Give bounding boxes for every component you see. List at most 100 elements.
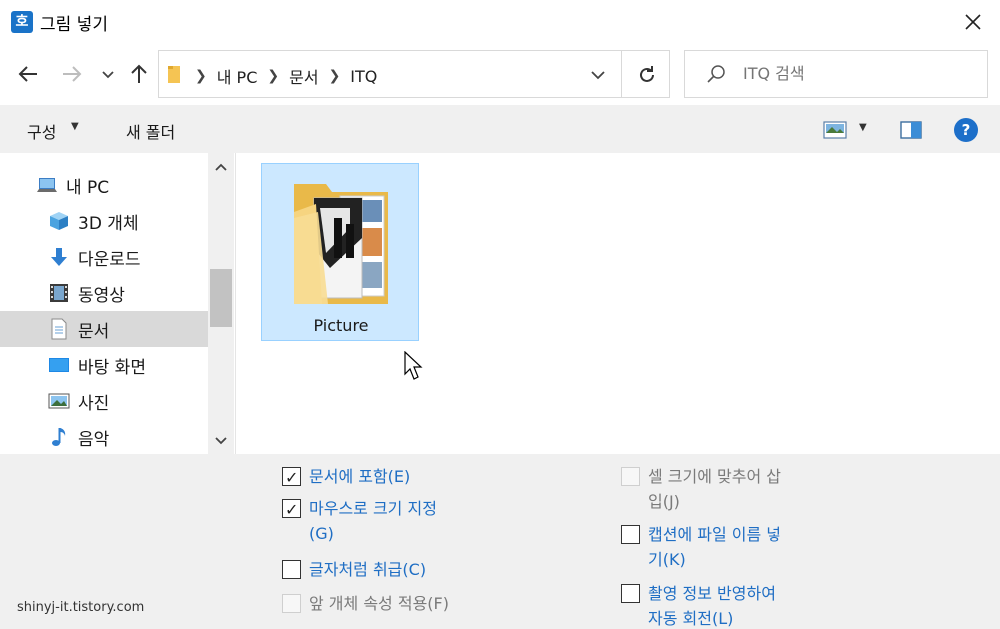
auto-rotate-checkbox[interactable] (621, 584, 640, 603)
sidebar-item-documents[interactable]: 문서 (0, 311, 208, 347)
breadcrumb-separator-icon: ❯ (267, 68, 280, 84)
fit-cell-checkbox (621, 467, 640, 486)
breadcrumb: ❯ 내 PC ❯ 문서 ❯ ITQ (195, 64, 377, 88)
refresh-button[interactable] (635, 63, 659, 87)
address-bar[interactable]: ❯ 내 PC ❯ 문서 ❯ ITQ (158, 50, 670, 98)
close-button[interactable] (960, 9, 986, 35)
sidebar-item-downloads[interactable]: 다운로드 (0, 239, 208, 275)
option-label: 셀 크기에 맞추어 삽 입(J) (648, 464, 781, 514)
folder-item-picture[interactable]: Picture (261, 163, 419, 341)
navigation-bar: ❯ 내 PC ❯ 문서 ❯ ITQ (0, 50, 1000, 100)
sidebar-item-label: 3D 개체 (78, 213, 139, 234)
option-apply-front-object: 앞 개체 속성 적용(F) (282, 591, 449, 616)
cube-3d-icon (50, 212, 68, 230)
sidebar-item-label: 문서 (78, 321, 110, 342)
document-icon (51, 318, 67, 340)
view-options-caret-icon[interactable]: ▼ (859, 122, 867, 133)
scroll-down-icon[interactable] (214, 433, 228, 447)
sidebar-item-3d-objects[interactable]: 3D 개체 (0, 203, 208, 239)
sidebar-item-music[interactable]: 음악 (0, 419, 208, 455)
folder-icon (168, 66, 180, 83)
scroll-up-icon[interactable] (214, 161, 228, 175)
address-history-dropdown[interactable] (587, 64, 609, 86)
forward-button[interactable] (60, 62, 84, 86)
folder-with-images-icon (294, 184, 388, 304)
scrollbar-thumb[interactable] (210, 269, 232, 327)
breadcrumb-separator-icon: ❯ (195, 68, 207, 84)
navigation-pane: 내 PC 3D 개체 다운로드 동영상 문서 바탕 화면 사진 음악 (0, 153, 236, 454)
recent-locations-button[interactable] (96, 62, 120, 86)
arrow-up-icon (131, 64, 147, 83)
option-label: 앞 개체 속성 적용(F) (309, 594, 449, 613)
breadcrumb-separator-icon: ❯ (328, 68, 341, 84)
file-list-area[interactable]: Picture (237, 153, 1000, 454)
option-label: 캡션에 파일 이름 넣 기(K) (648, 522, 781, 572)
option-include-in-document[interactable]: ✓ 문서에 포함(E) (282, 464, 410, 489)
help-button[interactable]: ? (954, 118, 978, 142)
option-label-line: 캡션에 파일 이름 넣 (648, 525, 782, 544)
option-label-line: (G) (309, 524, 334, 543)
search-icon (707, 65, 725, 83)
insert-options-panel: ✓ 문서에 포함(E) ✓ 마우스로 크기 지정 (G) 글자처럼 취급(C) … (0, 454, 1000, 629)
breadcrumb-item-itq[interactable]: ITQ (350, 67, 377, 86)
checkmark-icon: ✓ (285, 500, 299, 519)
arrow-right-icon (63, 66, 82, 82)
download-arrow-icon (51, 248, 67, 266)
option-label-line: 셀 크기에 맞추어 삽 (648, 467, 782, 486)
address-divider (621, 51, 622, 97)
sidebar-item-videos[interactable]: 동영상 (0, 275, 208, 311)
caret-down-icon: ▼ (71, 121, 79, 132)
new-folder-button[interactable]: 새 폴더 (126, 119, 175, 143)
sidebar-item-desktop[interactable]: 바탕 화면 (0, 347, 208, 383)
option-label: 글자처럼 취급(C) (309, 560, 427, 579)
option-label-line: 촬영 정보 반영하여 (648, 584, 776, 603)
option-treat-as-char[interactable]: 글자처럼 취급(C) (282, 557, 426, 582)
option-auto-rotate[interactable]: 촬영 정보 반영하여 자동 회전(L) (621, 581, 776, 629)
sidebar-item-label: 바탕 화면 (78, 357, 146, 378)
caption-filename-checkbox[interactable] (621, 525, 640, 544)
option-label-line: 기(K) (648, 550, 686, 569)
computer-icon (37, 178, 57, 192)
folder-name: Picture (313, 316, 369, 335)
search-input[interactable] (743, 64, 973, 83)
mouse-size-checkbox[interactable]: ✓ (282, 499, 301, 519)
organize-menu-button[interactable]: 구성 (27, 119, 56, 143)
sidebar-item-pictures[interactable]: 사진 (0, 383, 208, 419)
refresh-icon (640, 66, 654, 82)
close-icon (965, 14, 981, 30)
picture-icon (48, 393, 70, 409)
up-button[interactable] (127, 62, 151, 86)
chevron-down-icon (591, 71, 605, 80)
sidebar-item-label: 음악 (78, 429, 110, 450)
sidebar-item-my-pc[interactable]: 내 PC (0, 167, 208, 203)
apply-front-object-checkbox (282, 594, 301, 613)
sidebar-item-label: 내 PC (66, 177, 110, 198)
option-label: 촬영 정보 반영하여 자동 회전(L) (648, 581, 776, 629)
title-bar: 호 그림 넣기 (0, 0, 1000, 46)
option-label: 마우스로 크기 지정 (G) (309, 496, 437, 546)
watermark-text: shinyj-it.tistory.com (17, 600, 145, 615)
window-title: 그림 넣기 (40, 15, 108, 35)
option-caption-filename[interactable]: 캡션에 파일 이름 넣 기(K) (621, 522, 781, 572)
breadcrumb-item-my-pc[interactable]: 내 PC (217, 64, 258, 88)
treat-as-char-checkbox[interactable] (282, 560, 301, 579)
music-note-icon (52, 428, 66, 446)
view-options-icon[interactable] (823, 121, 847, 139)
command-toolbar: 구성 ▼ 새 폴더 ▼ ? (0, 105, 1000, 153)
option-fit-cell: 셀 크기에 맞추어 삽 입(J) (621, 464, 781, 514)
sidebar-item-label: 다운로드 (78, 249, 141, 270)
sidebar-item-label: 동영상 (78, 285, 125, 306)
back-button[interactable] (16, 62, 40, 86)
preview-pane-icon[interactable] (900, 121, 922, 139)
option-label-line: 자동 회전(L) (648, 609, 734, 628)
hwp-app-icon: 호 (11, 11, 33, 33)
option-mouse-size[interactable]: ✓ 마우스로 크기 지정 (G) (282, 496, 437, 546)
arrow-left-icon (18, 66, 37, 82)
search-box[interactable] (684, 50, 988, 98)
option-label-line: 마우스로 크기 지정 (309, 499, 437, 518)
breadcrumb-item-documents[interactable]: 문서 (289, 64, 318, 88)
mouse-pointer-icon (404, 351, 423, 380)
chevron-down-icon (102, 71, 114, 79)
include-in-document-checkbox[interactable]: ✓ (282, 467, 301, 487)
nav-scrollbar[interactable] (208, 153, 234, 454)
